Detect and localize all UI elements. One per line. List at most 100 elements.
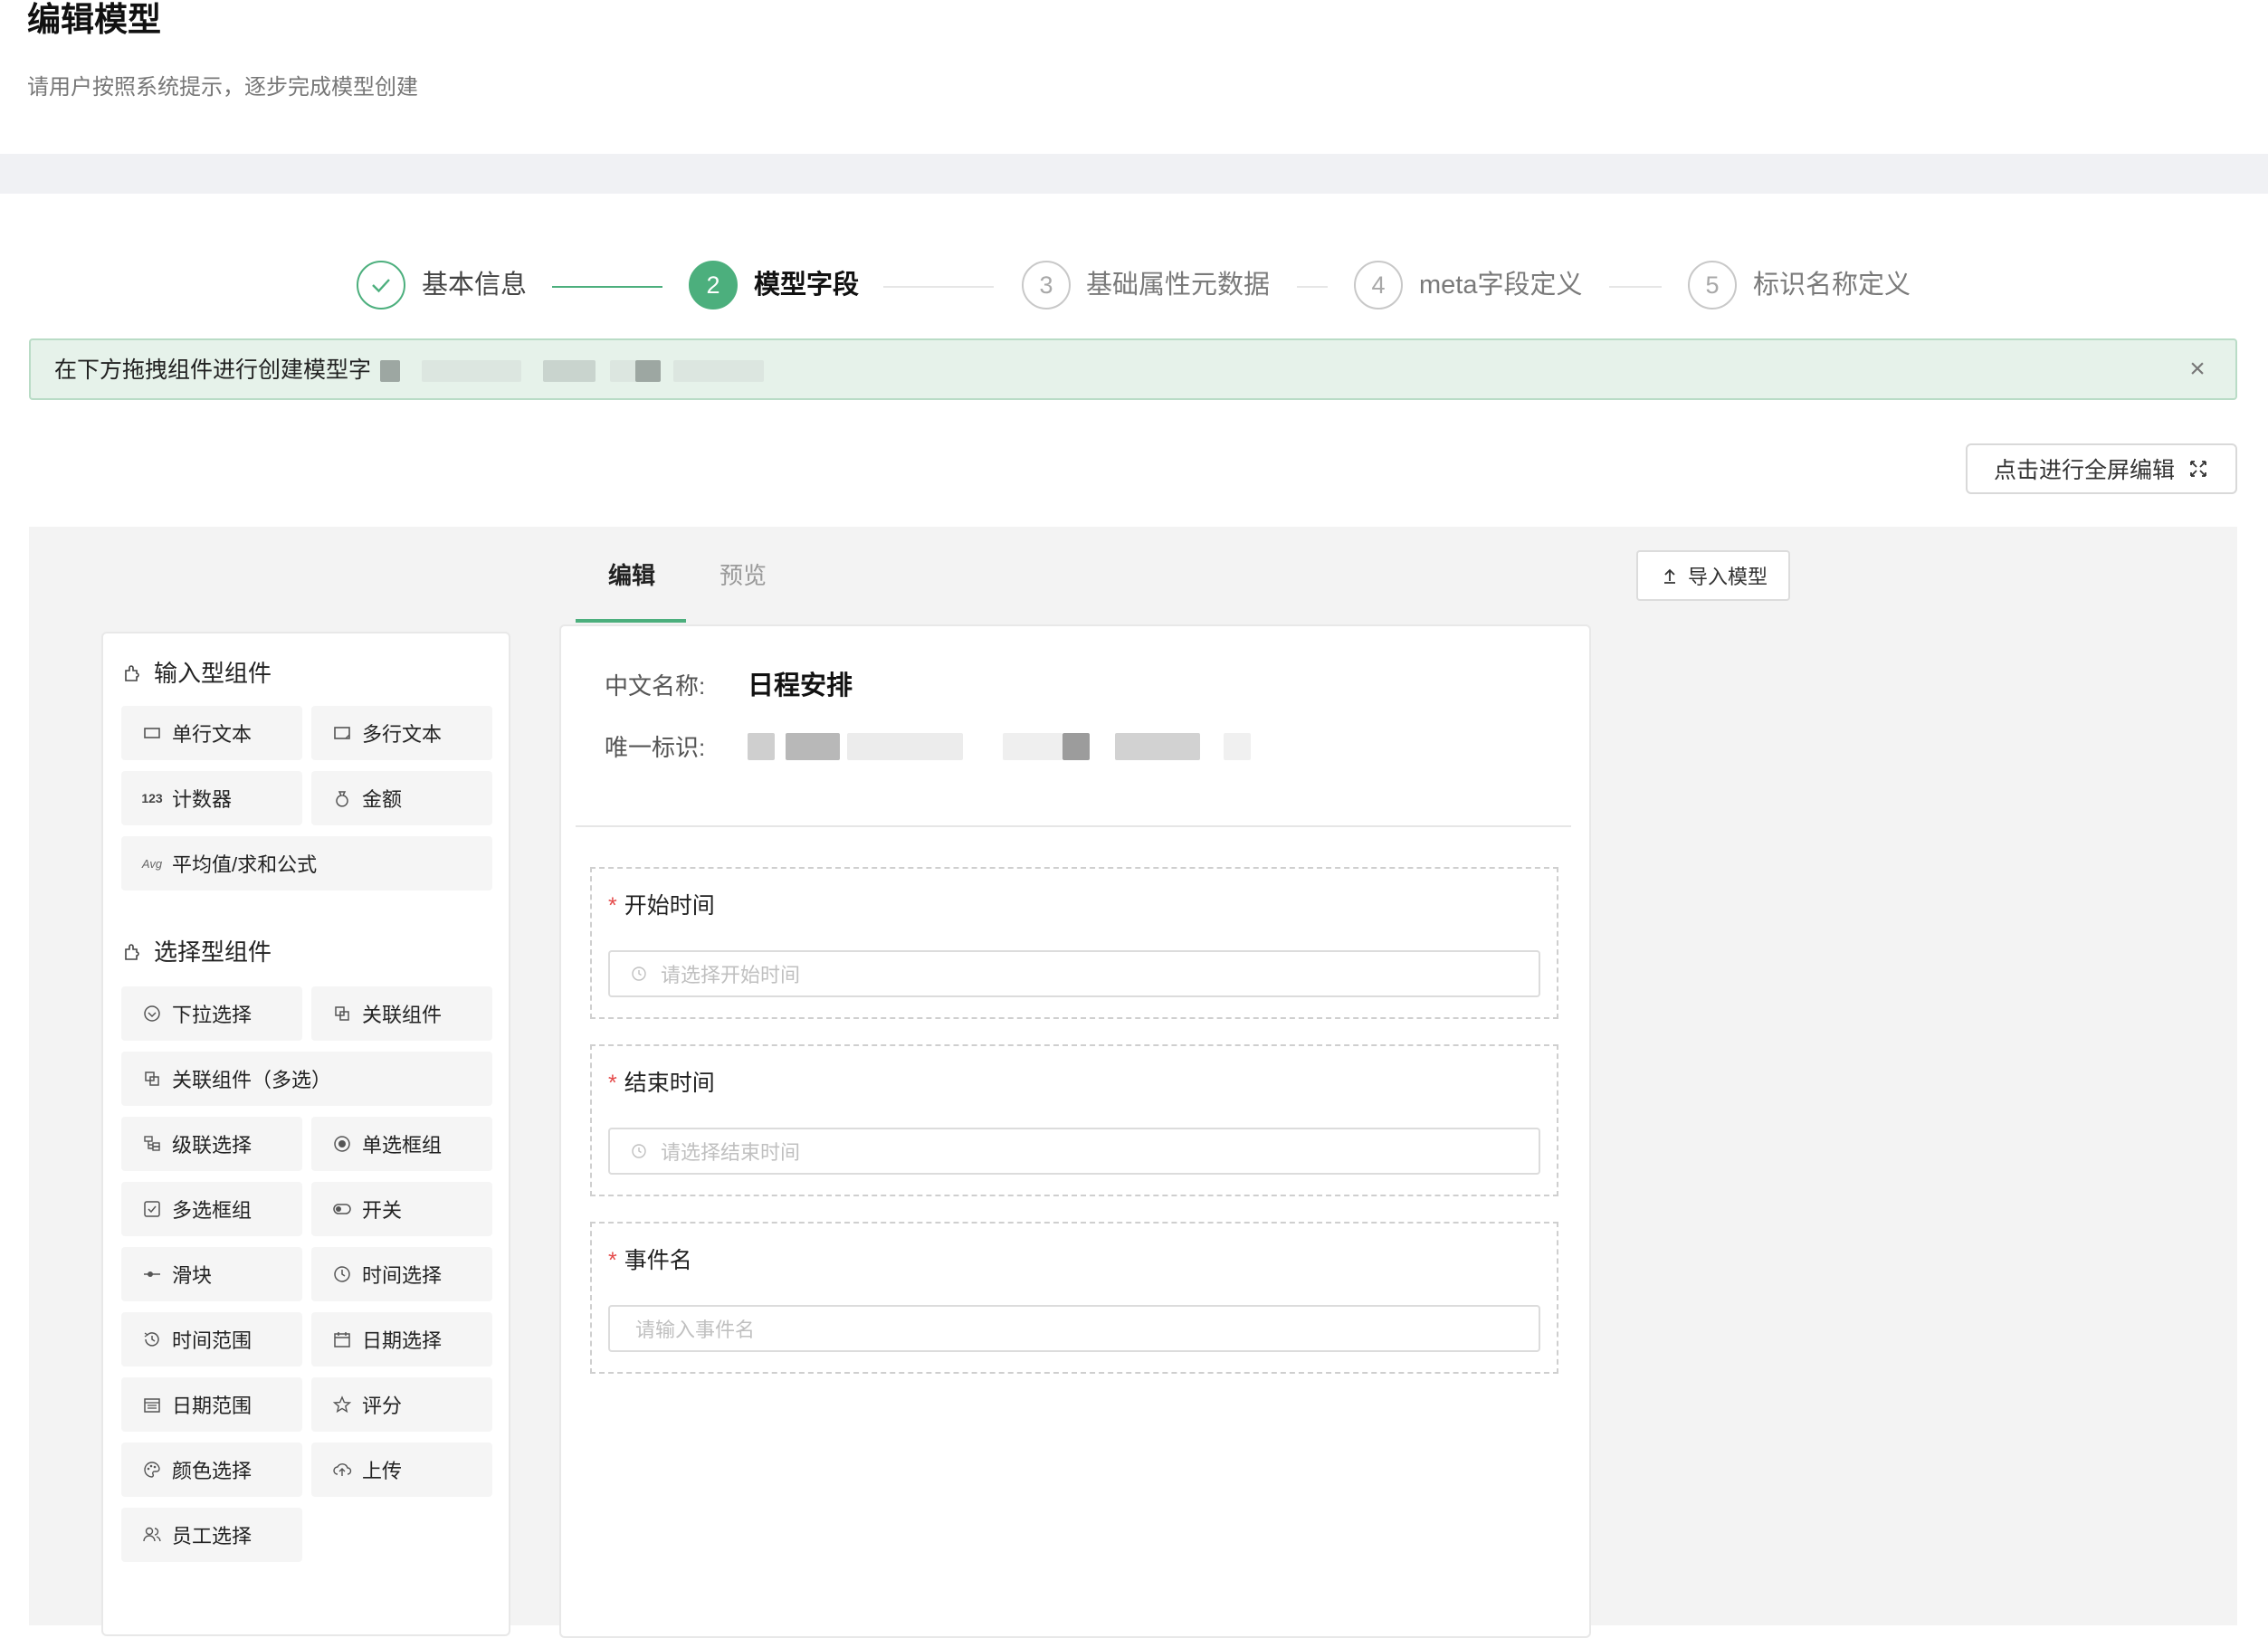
component-palette: 输入型组件 单行文本 多行文本 123 计数器 金额 Avg 平均值/求和公式 … [101,632,510,1636]
comp-cascade-select[interactable]: 级联选择 [121,1117,302,1171]
comp-radio-group[interactable]: 单选框组 [311,1117,492,1171]
import-model-button[interactable]: 导入模型 [1636,550,1790,601]
start-time-input[interactable]: 请选择开始时间 [608,950,1540,997]
tab-preview[interactable]: 预览 [719,557,767,594]
comp-amount[interactable]: 金额 [311,771,492,825]
comp-label: 日期范围 [172,1395,253,1417]
field-label: * 结束时间 [608,1071,715,1096]
info-banner: 在下方拖拽组件进行创建模型字 × [29,338,2237,400]
comp-color-select[interactable]: 颜色选择 [121,1443,302,1497]
comp-time-select[interactable]: 时间选择 [311,1247,492,1301]
users-icon [141,1524,163,1546]
comp-employee-select[interactable]: 员工选择 [121,1508,302,1562]
step-4-label[interactable]: meta字段定义 [1419,268,1582,302]
field-start-time[interactable]: * 开始时间 请选择开始时间 [590,867,1558,1019]
placeholder: 请选择开始时间 [661,964,801,986]
import-model-label: 导入模型 [1687,566,1768,588]
step-2-number[interactable]: 2 [689,261,738,310]
tree-icon [141,1133,163,1155]
cloud-upload-icon [331,1459,353,1481]
card-divider [576,825,1571,827]
checkbox-icon [141,1198,163,1220]
page-subtitle: 请用户按照系统提示，逐步完成模型创建 [27,75,418,100]
comp-time-range[interactable]: 时间范围 [121,1312,302,1367]
fullscreen-edit-button[interactable]: 点击进行全屏编辑 [1966,443,2237,494]
redacted-block [1115,733,1200,760]
comp-label: 滑块 [172,1264,213,1287]
tab-edit[interactable]: 编辑 [608,557,655,594]
redacted-block [673,360,764,382]
step-connector [883,286,994,288]
comp-label: 时间选择 [362,1264,443,1287]
field-label: * 事件名 [608,1248,692,1273]
comp-related[interactable]: 关联组件 [311,986,492,1041]
avg-icon: Avg [141,856,163,871]
step-3-label[interactable]: 基础属性元数据 [1086,268,1270,302]
comp-counter[interactable]: 123 计数器 [121,771,302,825]
comp-rating[interactable]: 评分 [311,1377,492,1432]
comp-label: 上传 [362,1460,403,1482]
chevron-circle-icon [141,1003,163,1024]
step-1-label[interactable]: 基本信息 [422,268,527,302]
fullscreen-edit-label: 点击进行全屏编辑 [1993,458,2175,483]
step-connector [1609,286,1662,288]
step-connector [1297,286,1328,288]
redacted-block [422,360,521,382]
field-end-time[interactable]: * 结束时间 请选择结束时间 [590,1044,1558,1196]
comp-slider[interactable]: 滑块 [121,1247,302,1301]
comp-label: 多行文本 [362,723,443,746]
redacted-block [786,733,840,760]
comp-dropdown-select[interactable]: 下拉选择 [121,986,302,1041]
redacted-block [543,360,596,382]
step-3-number[interactable]: 3 [1022,261,1071,310]
header-divider [0,154,2268,194]
comp-label: 计数器 [172,788,233,811]
link-copy-icon [331,1003,353,1024]
slider-icon [141,1263,163,1285]
redacted-block [1003,733,1063,760]
step-2-label[interactable]: 模型字段 [754,268,859,302]
puzzle-icon [121,941,143,963]
redacted-block [635,360,661,382]
field-event-name[interactable]: * 事件名 请输入事件名 [590,1222,1558,1374]
comp-date-range[interactable]: 日期范围 [121,1377,302,1432]
comp-date-select[interactable]: 日期选择 [311,1312,492,1367]
comp-label: 级联选择 [172,1134,253,1157]
comp-upload[interactable]: 上传 [311,1443,492,1497]
step-1-check-icon[interactable] [357,261,405,310]
banner-close-icon[interactable]: × [2179,351,2216,387]
clock-icon [628,1140,650,1162]
textarea-icon [331,722,353,744]
placeholder: 请选择结束时间 [661,1141,801,1164]
money-bag-icon [331,787,353,809]
puzzle-icon [121,662,143,684]
select-group-title-text: 选择型组件 [154,938,272,966]
upload-icon [1659,565,1681,586]
comp-label: 下拉选择 [172,1004,253,1026]
comp-checkbox-group[interactable]: 多选框组 [121,1182,302,1236]
star-icon [331,1394,353,1415]
form-canvas-card: 中文名称: 日程安排 唯一标识: * 开始时间 请选择开始时间 * 结束时间 请选择… [559,624,1591,1638]
tab-active-indicator [576,619,686,623]
placeholder: 请输入事件名 [635,1319,756,1341]
clock-icon [628,963,650,985]
step-5-number[interactable]: 5 [1688,261,1737,310]
redacted-block [847,733,963,760]
text-input-icon [141,722,163,744]
step-5-label[interactable]: 标识名称定义 [1753,268,1911,302]
page-title: 编辑模型 [27,1,161,38]
select-group-title: 选择型组件 [121,936,272,968]
comp-multi-line-text[interactable]: 多行文本 [311,706,492,760]
history-clock-icon [141,1328,163,1350]
step-4-number[interactable]: 4 [1354,261,1403,310]
end-time-input[interactable]: 请选择结束时间 [608,1128,1540,1175]
comp-switch[interactable]: 开关 [311,1182,492,1236]
comp-label: 金额 [362,788,403,811]
comp-related-multi[interactable]: 关联组件（多选） [121,1052,492,1106]
comp-average-sum-formula[interactable]: Avg 平均值/求和公式 [121,836,492,890]
event-name-input[interactable]: 请输入事件名 [608,1305,1540,1352]
comp-single-line-text[interactable]: 单行文本 [121,706,302,760]
toggle-icon [331,1198,353,1220]
comp-label: 员工选择 [172,1525,253,1548]
comp-label: 关联组件 [362,1004,443,1026]
